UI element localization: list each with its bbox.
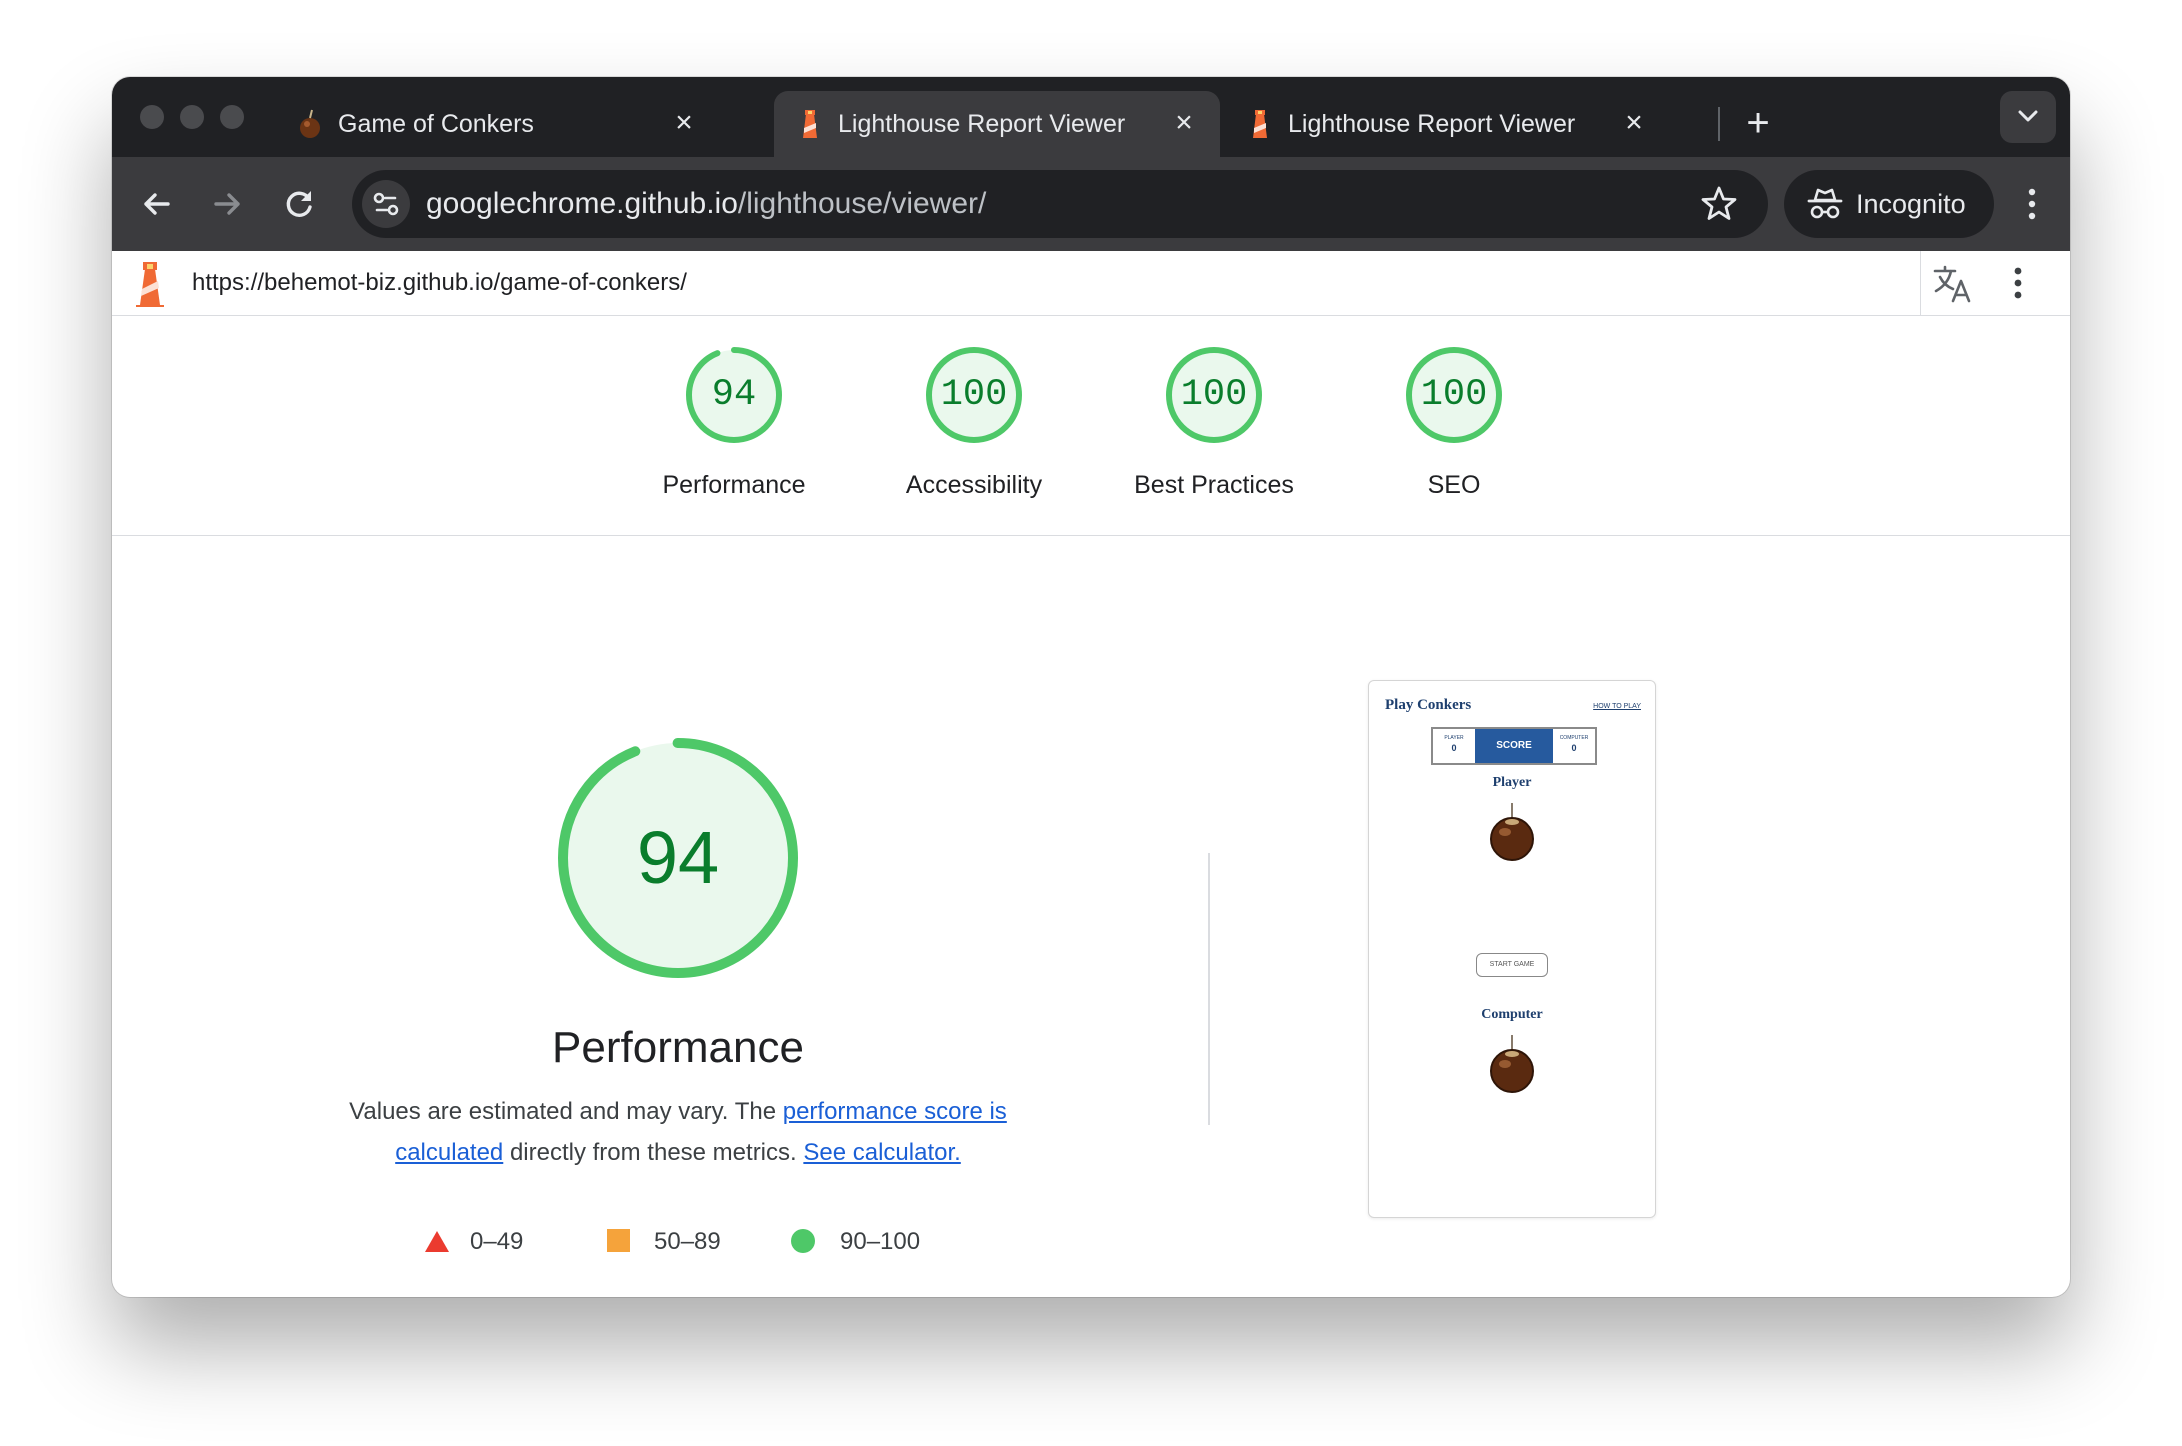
section-divider — [1208, 853, 1210, 1125]
translate-icon — [1933, 265, 1971, 303]
browser-toolbar: googlechrome.github.io/lighthouse/viewer… — [112, 157, 2070, 251]
gauge-seo[interactable]: 100 SEO — [1334, 345, 1574, 500]
player-conker-icon — [1490, 803, 1534, 861]
tab-game-of-conkers[interactable]: Game of Conkers × — [274, 91, 714, 157]
tab-search-button[interactable] — [2000, 91, 2056, 143]
gauge-ring: 100 — [1164, 345, 1264, 445]
url-host: googlechrome.github.io — [426, 187, 738, 220]
gauge-ring: 100 — [1404, 345, 1504, 445]
shot-scoreboard: PLAYER 0 SCORE COMPUTER 0 — [1431, 727, 1597, 765]
minimize-window-button[interactable] — [180, 105, 204, 129]
url-path: /lighthouse/viewer/ — [737, 187, 987, 220]
tab-title: Game of Conkers — [338, 110, 534, 138]
square-icon — [607, 1229, 630, 1252]
shot-score-label: SCORE — [1475, 729, 1553, 763]
gauge-performance[interactable]: 94 Performance — [614, 345, 854, 500]
site-settings-button[interactable] — [362, 180, 410, 228]
conker-favicon-icon — [300, 109, 320, 138]
report-menu-kebab-icon[interactable] — [2000, 263, 2036, 303]
shot-player-label: Player — [1492, 775, 1532, 790]
legend-range: 0–49 — [470, 1228, 524, 1255]
tab-close-icon[interactable]: × — [1166, 105, 1202, 141]
lighthouse-favicon-icon — [803, 110, 817, 138]
shot-computer-num: 0 — [1571, 743, 1577, 753]
address-bar[interactable]: googlechrome.github.io/lighthouse/viewer… — [352, 170, 1768, 238]
shot-computer-score: COMPUTER 0 — [1553, 729, 1595, 763]
gauge-score: 94 — [711, 374, 757, 416]
final-screenshot-thumbnail[interactable]: Play Conkers HOW TO PLAY PLAYER 0 SCORE … — [1368, 680, 1656, 1218]
tab-lighthouse-viewer-active[interactable]: Lighthouse Report Viewer × — [774, 91, 1220, 157]
maximize-window-button[interactable] — [220, 105, 244, 129]
tab-title: Lighthouse Report Viewer — [838, 110, 1126, 138]
tab-separator — [1718, 107, 1720, 141]
performance-title: Performance — [552, 1023, 804, 1072]
chevron-down-icon — [2018, 110, 2038, 122]
back-arrow-icon[interactable] — [134, 181, 180, 227]
see-calculator-link[interactable]: See calculator. — [803, 1139, 960, 1166]
shot-computer-small: COMPUTER — [1559, 735, 1589, 741]
performance-score-value: 94 — [636, 816, 720, 899]
bookmark-star-icon[interactable] — [1698, 183, 1740, 225]
url-text: googlechrome.github.io/lighthouse/viewer… — [426, 187, 986, 221]
description-text: directly from these metrics. — [503, 1139, 804, 1166]
legend-range: 90–100 — [840, 1228, 921, 1255]
category-gauges: 94 Performance 100 Accessibility 100 Bes… — [112, 315, 2070, 536]
lighthouse-favicon-icon — [1253, 110, 1267, 138]
tab-title: Lighthouse Report Viewer — [1288, 110, 1576, 138]
legend-range: 50–89 — [654, 1228, 721, 1255]
shot-start-game-button: START GAME — [1476, 953, 1548, 977]
close-window-button[interactable] — [140, 105, 164, 129]
shot-how-to-link: HOW TO PLAY — [1593, 703, 1641, 710]
triangle-icon — [425, 1231, 449, 1252]
browser-window: Game of Conkers × Lighthouse Report View… — [112, 77, 2070, 1297]
performance-description: Values are estimated and may vary. The p… — [332, 1091, 1024, 1173]
circle-icon — [791, 1229, 815, 1253]
lighthouse-logo-icon — [136, 262, 164, 307]
gauge-score: 100 — [1420, 374, 1488, 416]
gauge-ring: 100 — [924, 345, 1024, 445]
new-tab-button[interactable]: + — [1730, 95, 1786, 151]
translate-button[interactable] — [1920, 251, 1983, 315]
gauge-label: Performance — [662, 471, 806, 499]
gauge-best-practices[interactable]: 100 Best Practices — [1094, 345, 1334, 500]
shot-computer-label: Computer — [1481, 1007, 1543, 1022]
shot-title: Play Conkers — [1385, 697, 1472, 713]
tab-strip: Game of Conkers × Lighthouse Report View… — [112, 77, 2070, 157]
shot-player-score: PLAYER 0 — [1433, 729, 1475, 763]
computer-conker-icon — [1490, 1035, 1534, 1093]
chrome-menu-kebab-icon[interactable] — [2012, 181, 2052, 227]
incognito-icon — [1807, 188, 1843, 219]
gauge-label: SEO — [1427, 471, 1481, 499]
gauge-score: 100 — [1180, 374, 1248, 416]
forward-arrow-icon[interactable] — [204, 181, 250, 227]
incognito-profile-button[interactable]: Incognito — [1784, 170, 1994, 238]
gauge-score: 100 — [940, 374, 1008, 416]
tab-close-icon[interactable]: × — [1616, 105, 1652, 141]
score-scale-legend: 0–49 50–89 90–100 — [424, 1221, 1024, 1261]
tune-icon — [373, 192, 399, 216]
shot-player-num: 0 — [1451, 743, 1457, 753]
gauge-label: Accessibility — [905, 471, 1043, 499]
incognito-label: Incognito — [1856, 189, 1966, 219]
gauge-accessibility[interactable]: 100 Accessibility — [854, 345, 1094, 500]
description-text: Values are estimated and may vary. The — [349, 1098, 783, 1125]
gauge-ring: 94 — [684, 345, 784, 445]
tab-lighthouse-viewer[interactable]: Lighthouse Report Viewer × — [1224, 91, 1664, 157]
reload-icon[interactable] — [276, 181, 322, 227]
shot-player-small: PLAYER — [1444, 735, 1464, 741]
gauge-label: Best Practices — [1134, 471, 1294, 499]
tab-close-icon[interactable]: × — [666, 105, 702, 141]
lighthouse-topbar: https://behemot-biz.github.io/game-of-co… — [112, 251, 2070, 316]
report-url: https://behemot-biz.github.io/game-of-co… — [192, 269, 687, 296]
